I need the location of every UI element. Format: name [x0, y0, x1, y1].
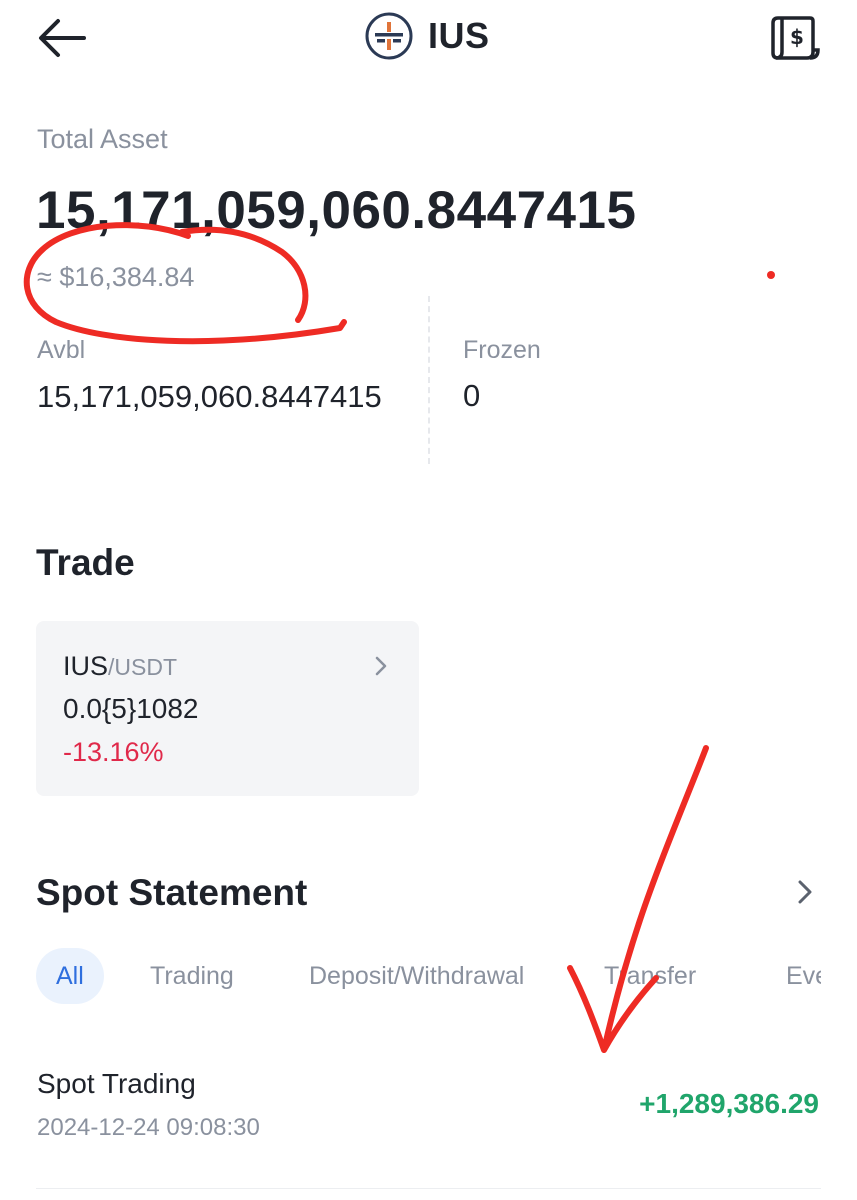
brand-name: IUS [428, 15, 490, 56]
trade-pair-card[interactable]: IUS/USDT 0.0{5}1082 -13.16% [36, 621, 419, 796]
ius-logo-icon [365, 12, 413, 60]
annotation-arrow [567, 745, 709, 1053]
statement-row-time: 2024-12-24 09:08:30 [37, 1114, 260, 1141]
chevron-right-icon [375, 656, 387, 676]
frozen-value: 0 [463, 378, 481, 413]
column-divider [428, 296, 430, 464]
pair-change: -13.16% [63, 737, 164, 767]
total-asset-value: 15,171,059,060.8447415 [36, 181, 637, 240]
total-asset-label: Total Asset [37, 124, 168, 154]
total-asset-usd-value: ≈ $16,384.84 [37, 262, 195, 292]
statement-row-amount: +1,289,386.29 [639, 1088, 819, 1119]
svg-text:$: $ [790, 25, 804, 49]
pair-price: 0.0{5}1082 [63, 693, 199, 724]
statement-filter-tabs: All Trading Deposit/Withdrawal Transfer … [36, 948, 821, 1004]
spot-statement-title: Spot Statement [36, 872, 308, 913]
row-divider [36, 1188, 821, 1189]
available-value: 15,171,059,060.8447415 [37, 379, 382, 414]
dollar-receipt-icon: $ [771, 16, 820, 60]
trade-section-title: Trade [36, 542, 135, 583]
tab-transfer[interactable]: Transfer [604, 948, 696, 1004]
trading-pair: IUS/USDT [63, 651, 177, 682]
brand: IUS [364, 10, 490, 62]
statement-row-title: Spot Trading [37, 1068, 196, 1099]
pair-quote: /USDT [108, 654, 178, 680]
tab-events[interactable]: Eve [786, 948, 821, 1004]
tab-trading[interactable]: Trading [150, 948, 234, 1004]
frozen-label: Frozen [463, 336, 541, 364]
tab-deposit-withdrawal[interactable]: Deposit/Withdrawal [309, 948, 524, 1004]
back-button[interactable] [36, 16, 88, 60]
pair-base: IUS [63, 651, 109, 681]
tab-all[interactable]: All [36, 948, 104, 1004]
chevron-right-icon[interactable] [795, 878, 815, 906]
bill-button[interactable]: $ [766, 12, 820, 62]
header: IUS $ [0, 0, 857, 80]
available-label: Avbl [37, 336, 86, 364]
annotation-dot [767, 271, 775, 279]
screen: IUS $ Total Asset 15,171,059,060.8447415… [0, 0, 857, 1200]
arrow-left-icon [39, 19, 86, 57]
